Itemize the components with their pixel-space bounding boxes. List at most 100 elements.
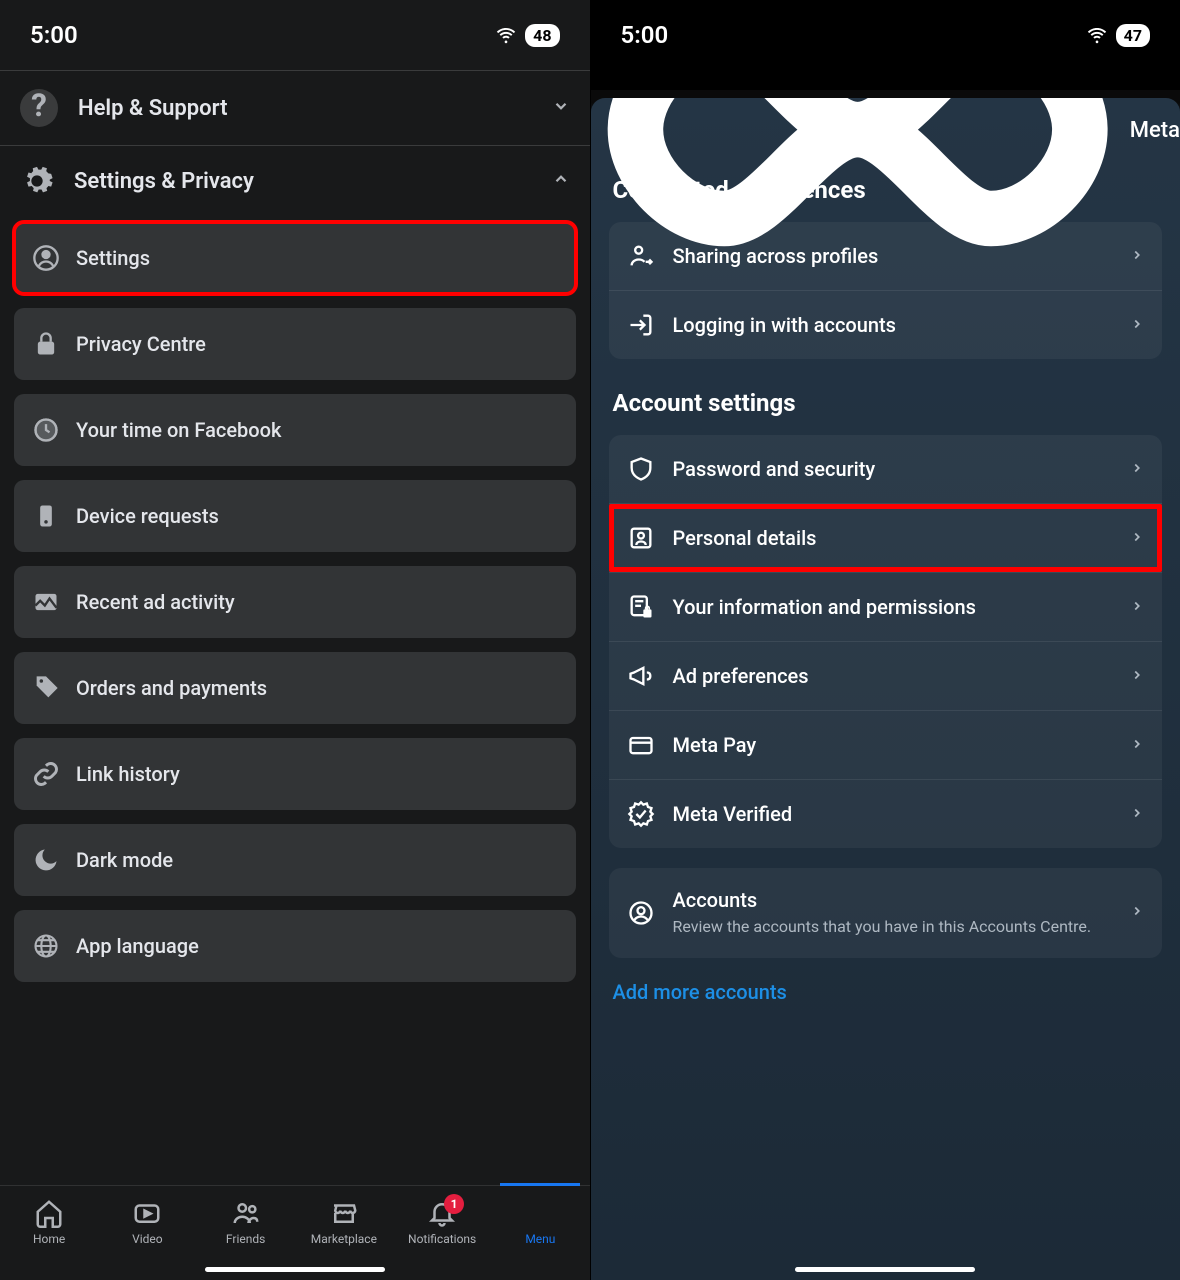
close-button[interactable] (611, 116, 635, 144)
account-settings-title: Account settings (591, 379, 1180, 435)
friends-icon (231, 1198, 261, 1228)
chevron-right-icon (1130, 247, 1144, 266)
moon-icon (32, 846, 60, 874)
question-icon: ? (20, 89, 58, 127)
settings-item-device-requests[interactable]: Device requests (14, 480, 576, 552)
meta-brand-label: Meta (1130, 118, 1180, 143)
settings-privacy-label: Settings & Privacy (74, 169, 254, 194)
gear-icon (20, 164, 54, 198)
meta-verified-label: Meta Verified (673, 802, 1113, 826)
id-card-icon (627, 524, 655, 552)
close-icon (611, 116, 635, 140)
chevron-right-icon (1130, 805, 1144, 824)
home-indicator (205, 1267, 385, 1272)
wifi-icon (1086, 24, 1108, 46)
settings-item-dark-mode[interactable]: Dark mode (14, 824, 576, 896)
settings-item-your-time[interactable]: Your time on Facebook (14, 394, 576, 466)
chevron-right-icon (1130, 529, 1144, 548)
menu-settings-privacy[interactable]: Settings & Privacy (0, 146, 590, 216)
item-personal-details[interactable]: Personal details (609, 503, 1163, 572)
item-meta-pay[interactable]: Meta Pay (609, 710, 1163, 779)
verified-icon (627, 800, 655, 828)
nav-friends[interactable]: Friends (206, 1198, 286, 1246)
shield-icon (627, 455, 655, 483)
recent-ad-label: Recent ad activity (76, 590, 235, 614)
lock-icon (32, 330, 60, 358)
item-ad-preferences[interactable]: Ad preferences (609, 641, 1163, 710)
chevron-right-icon (1130, 667, 1144, 686)
chevron-right-icon (1130, 598, 1144, 617)
status-time: 5:00 (30, 21, 78, 49)
tag-icon (32, 674, 60, 702)
nav-marketplace[interactable]: Marketplace (304, 1198, 384, 1246)
settings-item-link-history[interactable]: Link history (14, 738, 576, 810)
item-meta-verified[interactable]: Meta Verified (609, 779, 1163, 848)
privacy-centre-label: Privacy Centre (76, 332, 206, 356)
person-circle-icon (627, 899, 655, 927)
chevron-right-icon (1130, 736, 1144, 755)
ad-preferences-label: Ad preferences (673, 664, 1113, 688)
settings-label: Settings (76, 246, 150, 270)
link-icon (32, 760, 60, 788)
item-accounts[interactable]: Accounts Review the accounts that you ha… (609, 868, 1163, 958)
accounts-sublabel: Review the accounts that you have in thi… (673, 916, 1113, 938)
meta-sheet: Meta Connected experiences Sharing acros… (591, 98, 1180, 1280)
svg-text:?: ? (31, 89, 47, 124)
settings-item-recent-ad[interactable]: Recent ad activity (14, 566, 576, 638)
chevron-right-icon (1130, 903, 1144, 922)
status-bar-right: 5:00 47 (591, 0, 1180, 70)
connected-experiences-group: Sharing across profiles Logging in with … (609, 222, 1163, 359)
chevron-up-icon (552, 170, 570, 192)
item-sharing-across-profiles[interactable]: Sharing across profiles (609, 222, 1163, 290)
nav-menu-label: Menu (525, 1232, 555, 1246)
nav-notifications[interactable]: 1 Notifications (402, 1198, 482, 1246)
settings-item-settings[interactable]: Settings (14, 222, 576, 294)
nav-friends-label: Friends (226, 1232, 265, 1246)
battery-level: 48 (525, 24, 559, 47)
settings-item-app-language[interactable]: App language (14, 910, 576, 982)
menu-icon (525, 1198, 555, 1228)
status-time-right: 5:00 (621, 21, 669, 49)
item-logging-in[interactable]: Logging in with accounts (609, 290, 1163, 359)
login-arrow-icon (627, 311, 655, 339)
device-requests-label: Device requests (76, 504, 219, 528)
battery-level-right: 47 (1116, 24, 1150, 47)
menu-help-support[interactable]: ? Help & Support (0, 71, 590, 145)
add-more-accounts-link[interactable]: Add more accounts (591, 966, 1180, 1018)
status-bar-left: 5:00 48 (0, 0, 590, 70)
chevron-right-icon (1130, 316, 1144, 335)
marketplace-icon (329, 1198, 359, 1228)
megaphone-icon (627, 662, 655, 690)
status-right: 48 (495, 24, 559, 47)
nav-home-label: Home (33, 1232, 65, 1246)
nav-video-label: Video (132, 1232, 163, 1246)
nav-marketplace-label: Marketplace (311, 1232, 377, 1246)
chevron-right-icon (1130, 460, 1144, 479)
settings-item-privacy-centre[interactable]: Privacy Centre (14, 308, 576, 380)
phone-left: 5:00 48 ? Help & Support Settings & Priv… (0, 0, 591, 1280)
clock-icon (32, 416, 60, 444)
nav-menu[interactable]: Menu (500, 1198, 580, 1246)
nav-home[interactable]: Home (9, 1198, 89, 1246)
accounts-label: Accounts (673, 888, 1113, 912)
account-settings-group: Password and security Personal details Y… (609, 435, 1163, 848)
personal-details-label: Personal details (673, 526, 1113, 550)
share-user-icon (627, 242, 655, 270)
item-info-permissions[interactable]: Your information and permissions (609, 572, 1163, 641)
home-icon (34, 1198, 64, 1228)
nav-video[interactable]: Video (107, 1198, 187, 1246)
connected-experiences-title: Connected experiences (591, 166, 1180, 222)
settings-list: Settings Privacy Centre Your time on Fac… (0, 216, 590, 1185)
info-permissions-label: Your information and permissions (673, 595, 1113, 619)
item-password-security[interactable]: Password and security (609, 435, 1163, 503)
status-right-right: 47 (1086, 24, 1150, 47)
notification-badge: 1 (444, 1194, 464, 1214)
chevron-down-icon (552, 97, 570, 119)
password-security-label: Password and security (673, 457, 1113, 481)
sheet-header: Meta (591, 98, 1180, 166)
phone-right: 5:00 47 Meta Connected experiences Shar (591, 0, 1180, 1280)
dark-mode-label: Dark mode (76, 848, 173, 872)
settings-item-orders[interactable]: Orders and payments (14, 652, 576, 724)
orders-label: Orders and payments (76, 676, 267, 700)
video-icon (132, 1198, 162, 1228)
